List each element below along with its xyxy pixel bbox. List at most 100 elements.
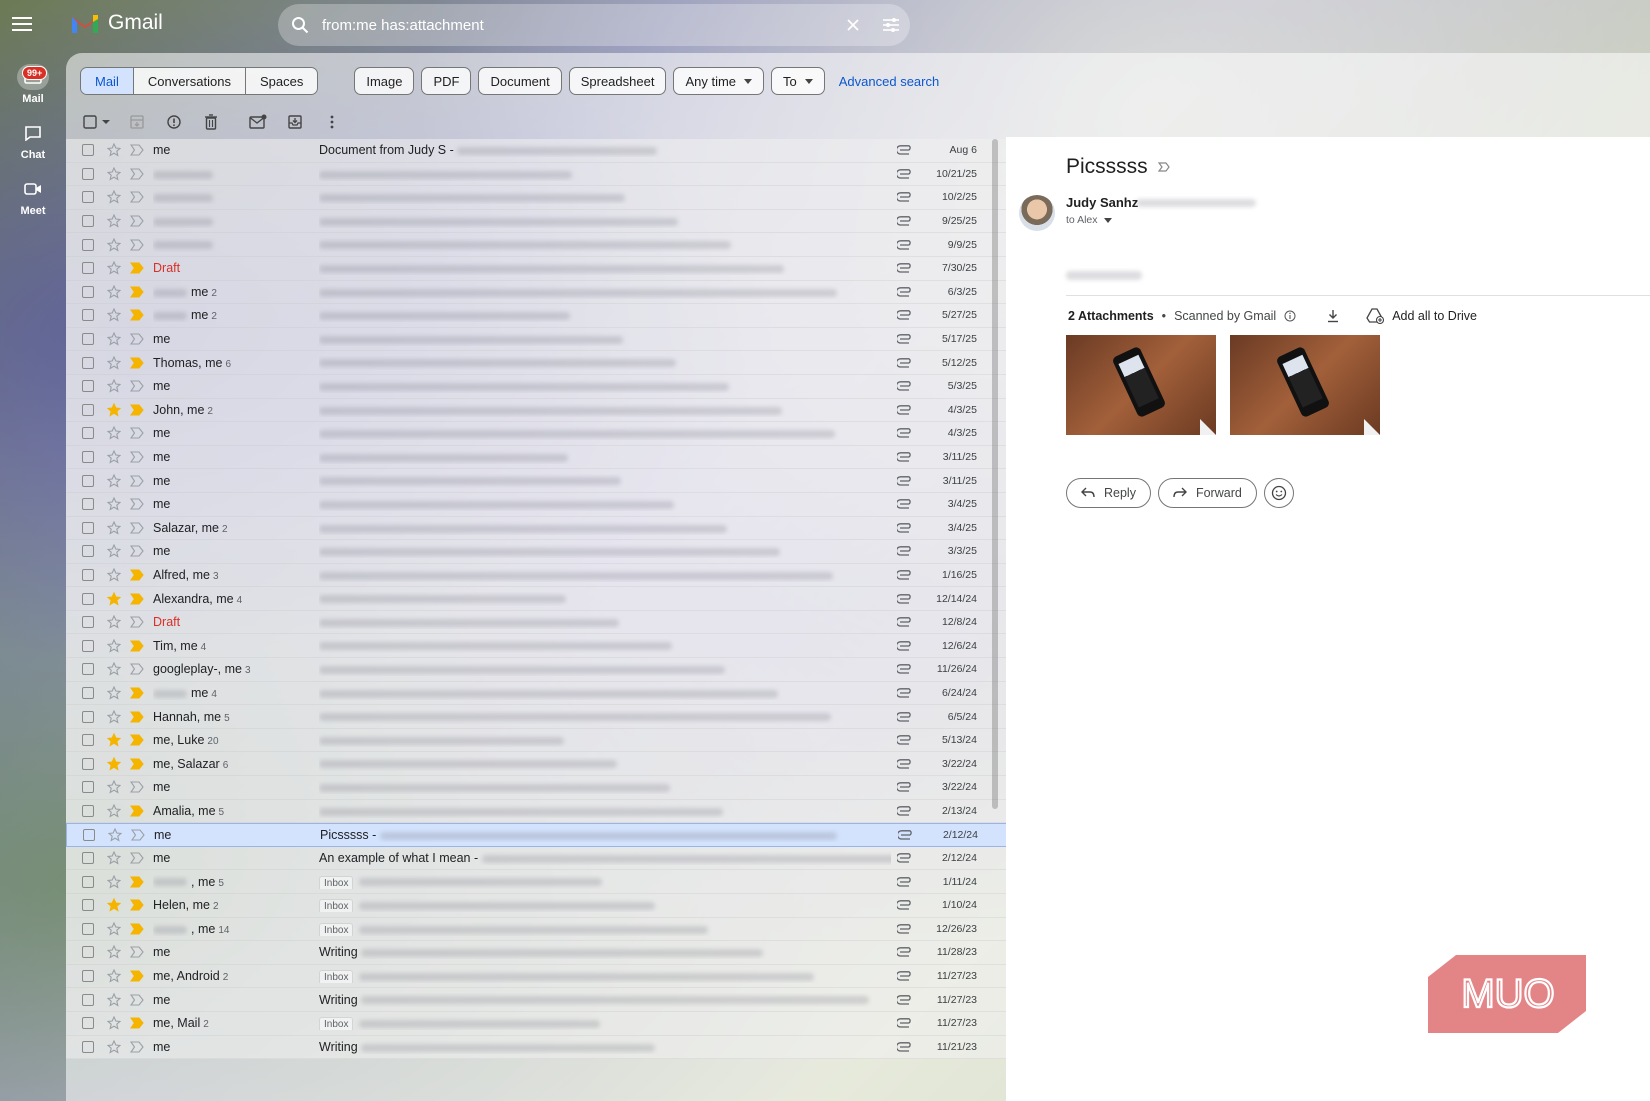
chip-to[interactable]: To — [771, 67, 825, 95]
chevron-down-icon[interactable] — [1103, 217, 1112, 223]
row-checkbox[interactable] — [82, 498, 94, 511]
row-checkbox[interactable] — [82, 309, 94, 322]
row-checkbox[interactable] — [82, 285, 94, 298]
chip-document[interactable]: Document — [478, 67, 562, 95]
star-icon[interactable] — [107, 898, 121, 912]
star-icon[interactable] — [107, 874, 121, 889]
attachment-thumbnail[interactable] — [1066, 335, 1216, 435]
row-checkbox[interactable] — [82, 852, 94, 865]
search-icon[interactable] — [278, 16, 322, 34]
important-marker-icon[interactable] — [130, 663, 144, 675]
important-marker-icon[interactable] — [130, 946, 144, 959]
star-icon[interactable] — [107, 756, 121, 771]
search-bar[interactable]: from:me has:attachment — [278, 4, 910, 46]
row-checkbox[interactable] — [82, 970, 94, 983]
move-to-icon[interactable] — [281, 109, 309, 135]
row-checkbox[interactable] — [83, 829, 95, 842]
important-marker-icon[interactable] — [130, 168, 144, 180]
star-icon[interactable] — [107, 190, 121, 205]
email-row[interactable]: me, Luke 20 5/13/24 — [66, 728, 1038, 753]
important-marker-icon[interactable] — [130, 616, 144, 628]
select-all-checkbox[interactable] — [80, 109, 114, 135]
emoji-reaction-button[interactable] — [1263, 478, 1294, 508]
important-marker-icon[interactable] — [130, 309, 144, 322]
row-checkbox[interactable] — [82, 144, 94, 157]
important-marker-icon[interactable] — [130, 215, 144, 227]
important-marker-icon[interactable] — [130, 593, 144, 605]
email-row[interactable]: Draft 12/8/24 — [66, 610, 1038, 635]
row-checkbox[interactable] — [82, 215, 94, 228]
list-scrollbar[interactable] — [992, 139, 998, 809]
main-menu-icon[interactable] — [12, 14, 32, 34]
advanced-search-link[interactable]: Advanced search — [839, 74, 939, 89]
email-row[interactable]: me 4 6/24/24 — [66, 681, 1038, 706]
important-marker-icon[interactable] — [130, 286, 144, 298]
star-icon[interactable] — [107, 992, 121, 1007]
important-marker-icon[interactable] — [130, 994, 144, 1006]
row-checkbox[interactable] — [82, 922, 94, 935]
row-checkbox[interactable] — [82, 1040, 94, 1053]
star-icon[interactable] — [107, 567, 121, 582]
email-row[interactable]: me 3/3/25 — [66, 540, 1038, 564]
email-row[interactable]: me Writing 11/28/23 — [66, 941, 1038, 965]
star-icon[interactable] — [107, 1016, 121, 1030]
scope-spaces[interactable]: Spaces — [245, 68, 318, 94]
clear-search-icon[interactable] — [834, 18, 872, 32]
star-icon[interactable] — [107, 379, 121, 393]
email-row[interactable]: 9/25/25 — [66, 209, 1038, 234]
row-checkbox[interactable] — [82, 875, 94, 888]
important-marker-icon[interactable] — [130, 380, 144, 392]
reply-button[interactable]: Reply — [1066, 478, 1151, 508]
scope-conversations[interactable]: Conversations — [133, 68, 246, 94]
email-row[interactable]: Draft 7/30/25 — [66, 256, 1038, 281]
star-icon[interactable] — [107, 497, 121, 511]
recipients[interactable]: to Alex — [1066, 214, 1112, 226]
email-row[interactable]: me Writing 11/27/23 — [66, 988, 1038, 1012]
row-checkbox[interactable] — [82, 757, 94, 770]
star-icon[interactable] — [108, 828, 122, 842]
important-marker-icon[interactable] — [130, 498, 144, 510]
email-row[interactable]: me Writing 11/21/23 — [66, 1035, 1038, 1060]
row-checkbox[interactable] — [82, 238, 94, 251]
star-icon[interactable] — [107, 473, 121, 488]
archive-icon[interactable] — [123, 109, 151, 135]
star-icon[interactable] — [107, 214, 121, 228]
important-marker-icon[interactable] — [130, 781, 144, 793]
email-row[interactable]: , me 5 Inbox 1/11/24 — [66, 870, 1038, 894]
email-row[interactable]: me Document from Judy S - Aug 6 — [66, 139, 1038, 163]
email-row[interactable]: Salazar, me 2 3/4/25 — [66, 516, 1038, 541]
star-icon[interactable] — [107, 803, 121, 818]
row-checkbox[interactable] — [82, 616, 94, 629]
chip-any-time[interactable]: Any time — [673, 67, 765, 95]
star-icon[interactable] — [107, 355, 121, 370]
star-icon[interactable] — [107, 426, 121, 441]
email-row[interactable]: me 2 5/27/25 — [66, 304, 1038, 328]
star-icon[interactable] — [107, 237, 121, 252]
sender-name[interactable]: Judy Sanhz — [1066, 195, 1138, 210]
important-marker-icon[interactable] — [130, 758, 144, 770]
star-icon[interactable] — [107, 166, 121, 181]
important-marker-icon[interactable] — [130, 545, 144, 557]
important-marker-icon[interactable] — [130, 333, 144, 345]
row-checkbox[interactable] — [82, 734, 94, 747]
important-marker-icon[interactable] — [130, 357, 144, 369]
important-marker-icon[interactable] — [130, 899, 144, 911]
star-icon[interactable] — [107, 544, 121, 559]
row-checkbox[interactable] — [82, 710, 94, 723]
row-checkbox[interactable] — [82, 993, 94, 1006]
email-row[interactable]: Helen, me 2 Inbox 1/10/24 — [66, 894, 1038, 918]
row-checkbox[interactable] — [82, 639, 94, 652]
email-row[interactable]: Alexandra, me 4 12/14/24 — [66, 587, 1038, 611]
forward-button[interactable]: Forward — [1157, 478, 1257, 508]
email-row[interactable]: me, Salazar 6 3/22/24 — [66, 752, 1038, 777]
mark-unread-icon[interactable] — [244, 109, 272, 135]
row-checkbox[interactable] — [82, 663, 94, 676]
row-checkbox[interactable] — [82, 804, 94, 817]
row-checkbox[interactable] — [82, 262, 94, 275]
star-icon[interactable] — [107, 851, 121, 865]
important-marker-icon[interactable] — [130, 710, 144, 723]
important-marker-icon[interactable] — [130, 970, 144, 982]
email-row[interactable]: me 4/3/25 — [66, 422, 1038, 446]
chip-spreadsheet[interactable]: Spreadsheet — [568, 67, 667, 95]
search-input[interactable]: from:me has:attachment — [322, 17, 834, 34]
